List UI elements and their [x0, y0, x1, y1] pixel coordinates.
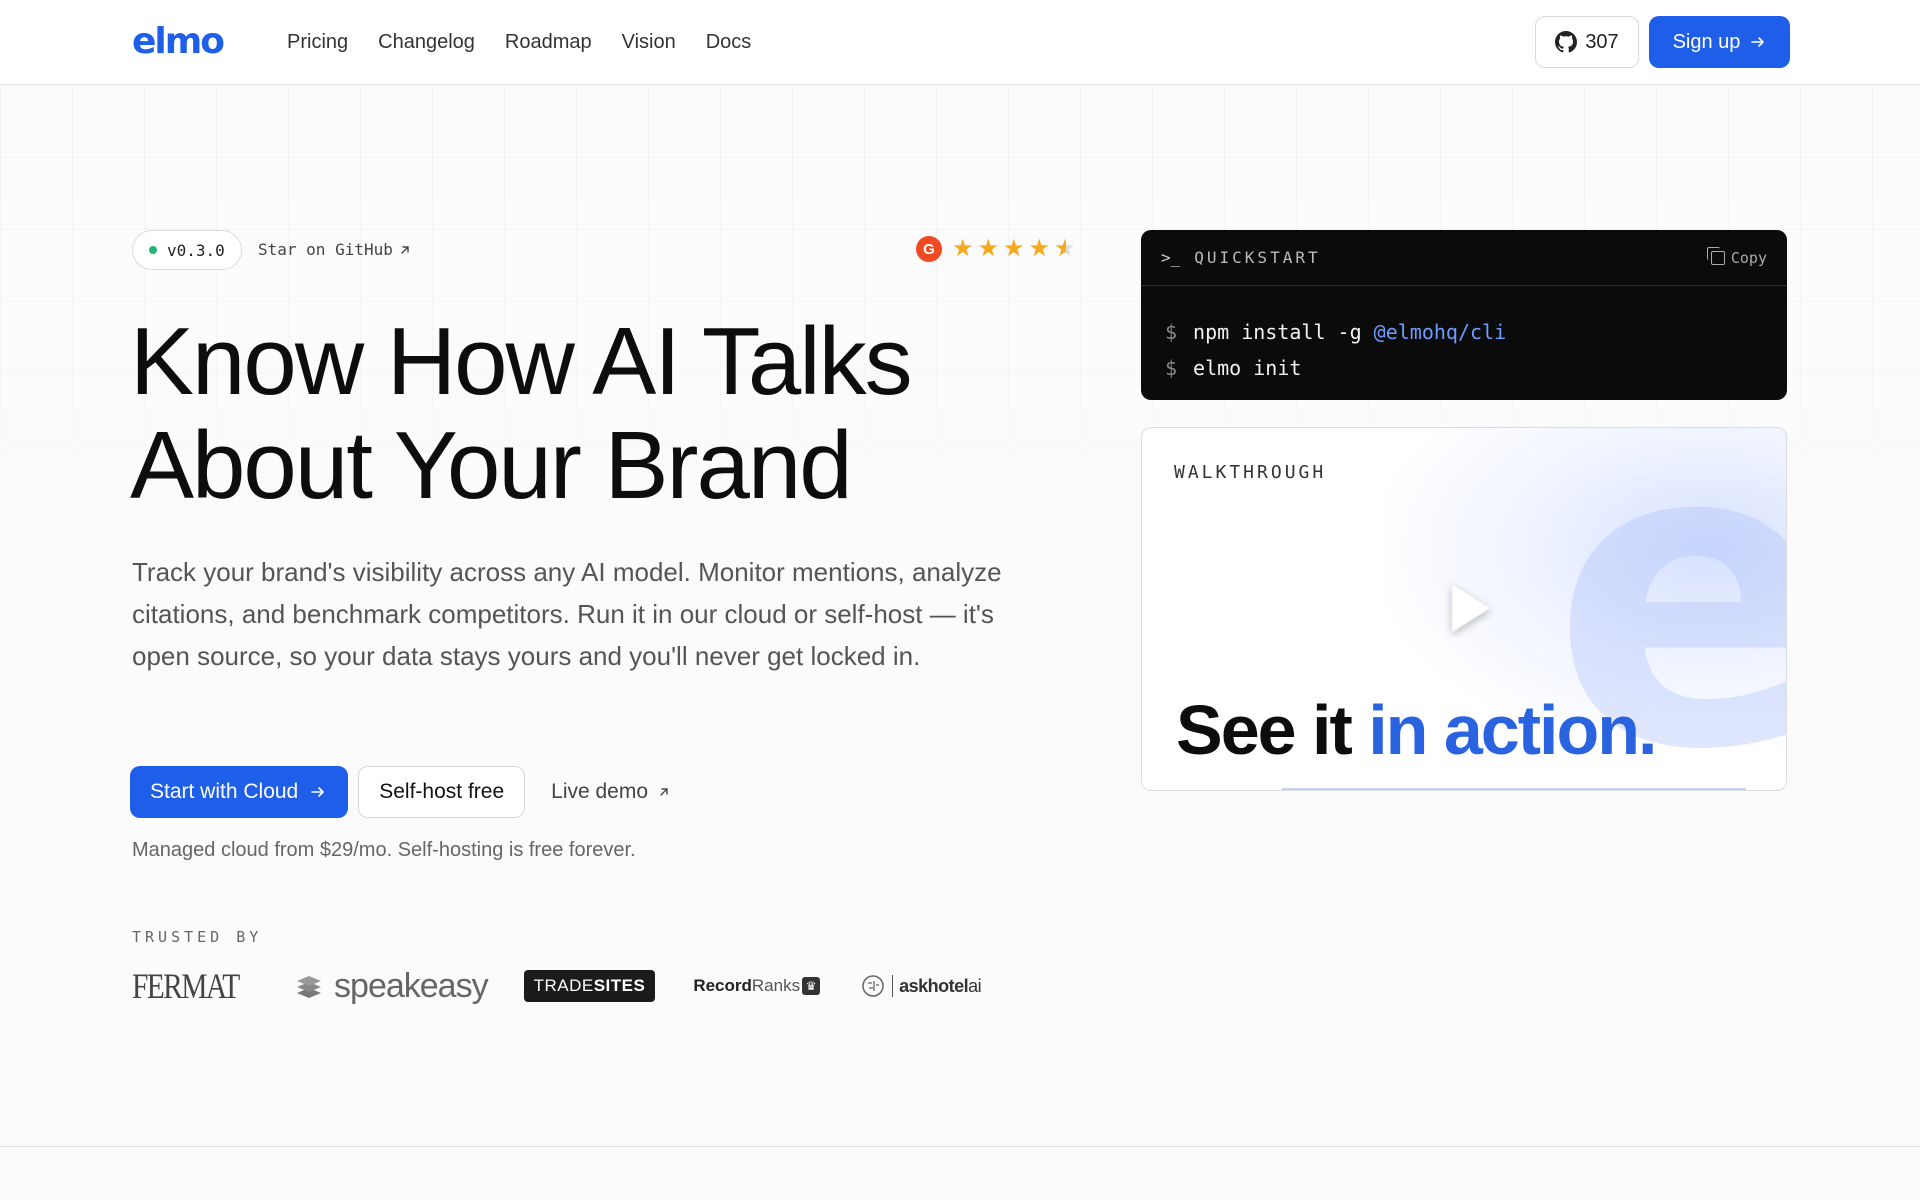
video-progress-line: [1282, 788, 1746, 790]
section-divider: [0, 1146, 1920, 1147]
signup-button[interactable]: Sign up: [1649, 16, 1790, 68]
star-icon: ★: [1003, 235, 1025, 262]
start-with-cloud-label: Start with Cloud: [150, 780, 299, 803]
copy-icon: [1706, 246, 1725, 265]
walkthrough-headline-blue: in action.: [1368, 691, 1657, 769]
g2-rating[interactable]: G ★ ★ ★ ★ ★: [916, 236, 1076, 262]
walkthrough-label: WALKTHROUGH: [1174, 462, 1327, 483]
terminal-prompt-icon: >_: [1161, 248, 1181, 267]
hero-description: Track your brand's visibility across any…: [132, 557, 1002, 671]
code-line-2: $ elmo init: [1165, 350, 1763, 386]
arrow-right-icon: [1750, 34, 1766, 50]
star-icon: ★: [1028, 235, 1051, 262]
version-text: v0.3.0: [167, 240, 225, 260]
cta-row: Start with Cloud Self-host free Live dem…: [130, 766, 686, 818]
recordranks-logo: Record Ranks ♛: [693, 976, 821, 996]
start-with-cloud-button[interactable]: Start with Cloud: [130, 766, 349, 818]
code-line-1: $ npm install -g @elmohq/cli: [1165, 314, 1763, 350]
quickstart-header: >_ QUICKSTART Copy: [1141, 230, 1787, 286]
copy-label: Copy: [1730, 248, 1767, 267]
recordranks-text-a: Record: [693, 976, 752, 995]
divider: [892, 975, 894, 997]
g2-logo-icon: G: [916, 236, 942, 262]
walkthrough-headline-black: See it: [1176, 691, 1369, 769]
askhotel-text-c: ai: [968, 975, 982, 996]
prompt-symbol: $: [1165, 356, 1178, 380]
elmo-logo[interactable]: elmo: [132, 20, 225, 64]
half-star-icon: ★: [1054, 235, 1076, 262]
live-demo-link[interactable]: Live demo: [535, 766, 686, 818]
askhotel-text-b: hotel: [927, 975, 969, 996]
speakeasy-text: speakeasy: [334, 966, 489, 1005]
nav-vision[interactable]: Vision: [622, 28, 676, 56]
star-on-github-link[interactable]: Star on GitHub: [258, 238, 411, 262]
speakeasy-stack-icon: [297, 976, 322, 998]
tradesites-logo: TRADESITES: [523, 970, 656, 1002]
self-host-free-button[interactable]: Self-host free: [358, 766, 526, 818]
code-command: npm install -g: [1193, 320, 1374, 344]
code-package: @elmohq/cli: [1373, 320, 1507, 344]
brain-icon: [862, 975, 884, 997]
main-nav: Pricing Changelog Roadmap Vision Docs: [287, 28, 751, 56]
code-command: elmo init: [1193, 356, 1302, 380]
nav-roadmap[interactable]: Roadmap: [505, 28, 592, 56]
customer-logos: FERMAT speakeasy TRADESITES Record Ranks ♛…: [132, 966, 982, 1006]
quickstart-title-text: QUICKSTART: [1194, 248, 1321, 267]
recordranks-text-b: Ranks: [751, 976, 801, 995]
hero-title: Know How AI Talks About Your Brand: [130, 310, 1030, 518]
fermat-logo: FERMAT: [132, 966, 240, 1006]
play-icon[interactable]: [1438, 578, 1498, 638]
nav-pricing[interactable]: Pricing: [287, 28, 348, 56]
version-badge[interactable]: v0.3.0: [132, 230, 242, 270]
tradesites-text-a: TRADE: [533, 976, 594, 995]
walkthrough-headline: See it in action.: [1176, 690, 1657, 770]
live-demo-label: Live demo: [551, 780, 649, 803]
star-icon: ★: [952, 235, 974, 262]
arrow-right-icon: [310, 784, 326, 800]
askhotelai-logo: askhotelai: [860, 973, 982, 999]
code-block[interactable]: $ npm install -g @elmohq/cli $ elmo init: [1141, 286, 1787, 386]
askhotel-text-a: ask: [899, 975, 928, 996]
prompt-symbol: $: [1165, 320, 1178, 344]
askhotelai-text: askhotelai: [899, 975, 982, 997]
copy-button[interactable]: Copy: [1706, 246, 1767, 267]
hero-title-line-1: Know How AI Talks: [130, 308, 913, 415]
signup-label: Sign up: [1672, 30, 1741, 53]
trusted-by-label: TRUSTED BY: [132, 928, 263, 946]
quickstart-terminal: >_ QUICKSTART Copy $ npm install -g @elmo…: [1141, 230, 1787, 400]
speakeasy-logo: speakeasy: [294, 966, 489, 1006]
star-on-github-label: Star on GitHub: [258, 240, 393, 259]
star-icon: ★: [977, 235, 1000, 262]
tradesites-text-b: SITES: [593, 976, 646, 995]
pricing-note: Managed cloud from $29/mo. Self-hosting …: [132, 839, 636, 861]
quickstart-title: >_ QUICKSTART: [1161, 248, 1321, 267]
github-icon: [1555, 31, 1578, 53]
site-header: elmo Pricing Changelog Roadmap Vision Do…: [0, 0, 1920, 85]
github-star-count: 307: [1585, 30, 1619, 53]
status-dot: [149, 246, 157, 254]
arrow-up-right-icon: [399, 244, 411, 256]
nav-changelog[interactable]: Changelog: [378, 28, 475, 56]
github-stars-button[interactable]: 307: [1535, 16, 1639, 68]
walkthrough-video-card[interactable]: e WALKTHROUGH See it in action.: [1141, 427, 1787, 791]
nav-docs[interactable]: Docs: [706, 28, 752, 56]
arrow-up-right-icon: [658, 786, 670, 798]
hero-title-line-2: About Your Brand: [130, 412, 853, 519]
trophy-icon: ♛: [802, 977, 821, 995]
